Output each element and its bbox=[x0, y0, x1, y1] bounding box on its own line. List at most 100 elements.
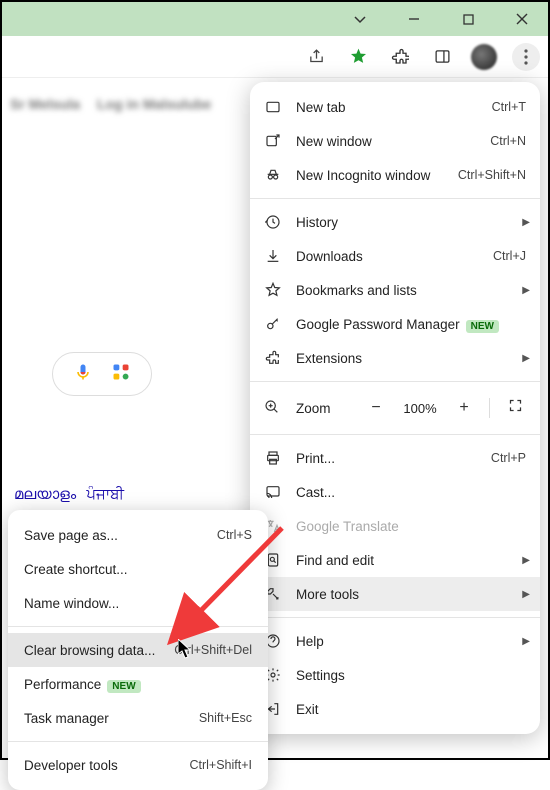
submenu-label: Create shortcut... bbox=[24, 562, 252, 577]
profile-avatar[interactable] bbox=[470, 43, 498, 71]
menu-label: Google Password ManagerNEW bbox=[296, 317, 526, 332]
zoom-icon bbox=[264, 399, 282, 418]
submenu-item-create-shortcut[interactable]: Create shortcut... bbox=[8, 552, 268, 586]
submenu-item-clear-browsing-data[interactable]: Clear browsing data... Ctrl+Shift+Del bbox=[8, 633, 268, 667]
submenu-separator bbox=[8, 741, 268, 742]
submenu-shortcut: Ctrl+Shift+I bbox=[189, 758, 252, 772]
menu-shortcut: Ctrl+Shift+N bbox=[458, 168, 526, 182]
submenu-item-name-window[interactable]: Name window... bbox=[8, 586, 268, 620]
chevron-right-icon: ▶ bbox=[522, 636, 530, 647]
submenu-label: Name window... bbox=[24, 596, 252, 611]
menu-label: Exit bbox=[296, 702, 526, 717]
sidepanel-icon[interactable] bbox=[428, 43, 456, 71]
submenu-label: Task manager bbox=[24, 711, 199, 726]
menu-item-cast[interactable]: Cast... bbox=[250, 475, 540, 509]
menu-label: History bbox=[296, 215, 526, 230]
menu-label: New Incognito window bbox=[296, 168, 444, 183]
submenu-label: Save page as... bbox=[24, 528, 217, 543]
menu-label: Print... bbox=[296, 451, 477, 466]
history-icon bbox=[264, 214, 282, 230]
menu-item-settings[interactable]: Settings bbox=[250, 658, 540, 692]
menu-item-password-manager[interactable]: Google Password ManagerNEW bbox=[250, 307, 540, 341]
menu-item-zoom: Zoom − 100% + bbox=[250, 388, 540, 428]
menu-label: Bookmarks and lists bbox=[296, 283, 526, 298]
share-icon[interactable] bbox=[302, 43, 330, 71]
bookmark-star-icon[interactable] bbox=[344, 43, 372, 71]
menu-item-more-tools[interactable]: More tools ▶ bbox=[250, 577, 540, 611]
menu-separator bbox=[250, 381, 540, 382]
menu-label: Downloads bbox=[296, 249, 479, 264]
lens-search-icon[interactable] bbox=[111, 362, 131, 387]
submenu-separator bbox=[8, 626, 268, 627]
menu-label: Settings bbox=[296, 668, 526, 683]
menu-item-new-window[interactable]: New window Ctrl+N bbox=[250, 124, 540, 158]
submenu-item-performance[interactable]: PerformanceNEW bbox=[8, 667, 268, 701]
menu-item-exit[interactable]: Exit bbox=[250, 692, 540, 726]
more-tools-submenu: Save page as... Ctrl+S Create shortcut..… bbox=[8, 510, 268, 790]
chevron-right-icon: ▶ bbox=[522, 285, 530, 296]
tab-dropdown-icon[interactable] bbox=[342, 5, 378, 33]
menu-label: More tools bbox=[296, 587, 526, 602]
menu-label: Cast... bbox=[296, 485, 526, 500]
menu-item-find[interactable]: Find and edit ▶ bbox=[250, 543, 540, 577]
new-tab-icon bbox=[264, 99, 282, 115]
close-button[interactable] bbox=[504, 5, 540, 33]
menu-item-incognito[interactable]: New Incognito window Ctrl+Shift+N bbox=[250, 158, 540, 192]
cast-icon bbox=[264, 484, 282, 500]
language-links: മലയാളം ਪੰਜਾਬੀ bbox=[14, 486, 130, 503]
submenu-label: Clear browsing data... bbox=[24, 643, 174, 658]
menu-item-help[interactable]: Help ▶ bbox=[250, 624, 540, 658]
zoom-out-button[interactable]: − bbox=[365, 399, 387, 417]
menu-separator bbox=[250, 434, 540, 435]
menu-shortcut: Ctrl+P bbox=[491, 451, 526, 465]
menu-label: New window bbox=[296, 134, 476, 149]
new-window-icon bbox=[264, 133, 282, 149]
extensions-puzzle-icon[interactable] bbox=[386, 43, 414, 71]
menu-item-extensions[interactable]: Extensions ▶ bbox=[250, 341, 540, 375]
new-badge: NEW bbox=[466, 320, 499, 333]
zoom-label: Zoom bbox=[296, 401, 346, 416]
zoom-value: 100% bbox=[401, 401, 439, 416]
submenu-shortcut: Ctrl+S bbox=[217, 528, 252, 542]
downloads-icon bbox=[264, 248, 282, 264]
submenu-shortcut: Shift+Esc bbox=[199, 711, 252, 725]
menu-shortcut: Ctrl+J bbox=[493, 249, 526, 263]
chevron-right-icon: ▶ bbox=[522, 353, 530, 364]
menu-item-bookmarks[interactable]: Bookmarks and lists ▶ bbox=[250, 273, 540, 307]
blurred-text: Log in Malsulube bbox=[97, 96, 211, 112]
bookmark-icon bbox=[264, 282, 282, 298]
menu-label: Help bbox=[296, 634, 526, 649]
chevron-right-icon: ▶ bbox=[522, 589, 530, 600]
zoom-in-button[interactable]: + bbox=[453, 399, 475, 417]
menu-item-history[interactable]: History ▶ bbox=[250, 205, 540, 239]
fullscreen-button[interactable] bbox=[504, 398, 526, 418]
submenu-item-task-manager[interactable]: Task manager Shift+Esc bbox=[8, 701, 268, 735]
submenu-item-developer-tools[interactable]: Developer tools Ctrl+Shift+I bbox=[8, 748, 268, 782]
menu-separator bbox=[250, 198, 540, 199]
menu-separator bbox=[250, 617, 540, 618]
incognito-icon bbox=[264, 167, 282, 183]
menu-item-translate[interactable]: Google Translate bbox=[250, 509, 540, 543]
window-titlebar bbox=[2, 2, 548, 36]
submenu-item-save-page[interactable]: Save page as... Ctrl+S bbox=[8, 518, 268, 552]
language-link[interactable]: ਪੰਜਾਬੀ bbox=[86, 486, 124, 503]
browser-toolbar bbox=[2, 36, 548, 78]
language-link[interactable]: മലയാളം bbox=[14, 486, 76, 503]
extensions-icon bbox=[264, 350, 282, 366]
minimize-button[interactable] bbox=[396, 5, 432, 33]
chevron-right-icon: ▶ bbox=[522, 217, 530, 228]
menu-item-downloads[interactable]: Downloads Ctrl+J bbox=[250, 239, 540, 273]
search-input-icons bbox=[52, 352, 152, 396]
maximize-button[interactable] bbox=[450, 5, 486, 33]
menu-label: New tab bbox=[296, 100, 478, 115]
menu-item-new-tab[interactable]: New tab Ctrl+T bbox=[250, 90, 540, 124]
voice-search-icon[interactable] bbox=[73, 362, 93, 387]
chevron-right-icon: ▶ bbox=[522, 555, 530, 566]
zoom-separator bbox=[489, 398, 490, 418]
blurred-text: Sr Melsula bbox=[10, 96, 80, 112]
menu-label: Find and edit bbox=[296, 553, 526, 568]
key-icon bbox=[264, 316, 282, 332]
menu-item-print[interactable]: Print... Ctrl+P bbox=[250, 441, 540, 475]
kebab-menu-button[interactable] bbox=[512, 43, 540, 71]
menu-label: Google Translate bbox=[296, 519, 526, 534]
